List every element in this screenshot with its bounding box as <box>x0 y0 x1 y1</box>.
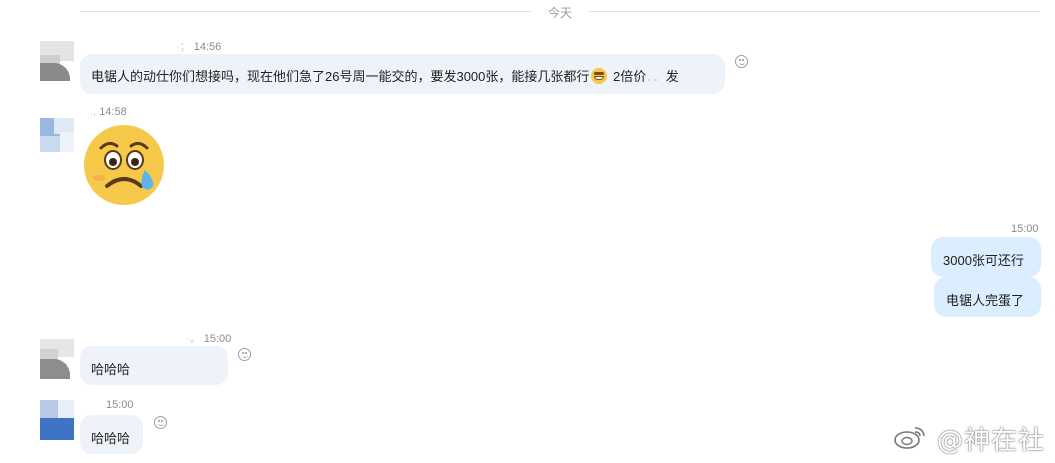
avatar[interactable] <box>40 41 74 81</box>
message-time: ·。 15:00 <box>186 333 232 345</box>
message-text: 电锯人的动仕你们想接吗，现在他们急了26号周一能交的，要发3000张，能接几张都… <box>91 69 590 84</box>
date-divider: 今天 <box>548 6 573 20</box>
message-time: 15:00 <box>106 399 134 411</box>
message-time: 15:00 <box>1011 223 1039 235</box>
message-text-continued: 2倍价 <box>609 69 647 84</box>
avatar[interactable] <box>40 339 74 379</box>
smiley-reaction-icon[interactable] <box>238 348 251 361</box>
avatar[interactable] <box>40 400 74 440</box>
message-bubble[interactable]: 哈哈哈 <box>80 346 228 385</box>
message-text: 3000张可还行 <box>943 253 1024 268</box>
message-bubble[interactable]: 3000张可还行 <box>931 237 1041 277</box>
message-text: 哈哈哈 <box>91 362 131 377</box>
crying-sad-face-sticker[interactable] <box>83 124 165 206</box>
message-bubble[interactable]: 电锯人的动仕你们想接吗，现在他们急了26号周一能交的，要发3000张，能接几张都… <box>80 54 725 94</box>
message-text-tail: 发 <box>665 69 679 84</box>
smiley-reaction-icon[interactable] <box>154 416 167 429</box>
message-text: 电锯人完蛋了 <box>946 293 1025 308</box>
message-text: 哈哈哈 <box>91 431 131 446</box>
message-time: ., 14:58 <box>90 106 127 118</box>
smiley-reaction-icon[interactable] <box>735 55 748 68</box>
message-bubble[interactable]: 哈哈哈 <box>80 415 143 454</box>
watermark: @神在社 <box>936 426 1045 456</box>
divider-line-right <box>588 11 1040 12</box>
weibo-logo-icon <box>894 427 925 449</box>
grin-emoji-icon <box>591 68 608 84</box>
avatar[interactable] <box>40 118 74 158</box>
message-bubble[interactable]: 电锯人完蛋了 <box>934 277 1041 317</box>
message-time: ·； 14:56 <box>176 41 222 53</box>
divider-line-left <box>80 11 532 12</box>
